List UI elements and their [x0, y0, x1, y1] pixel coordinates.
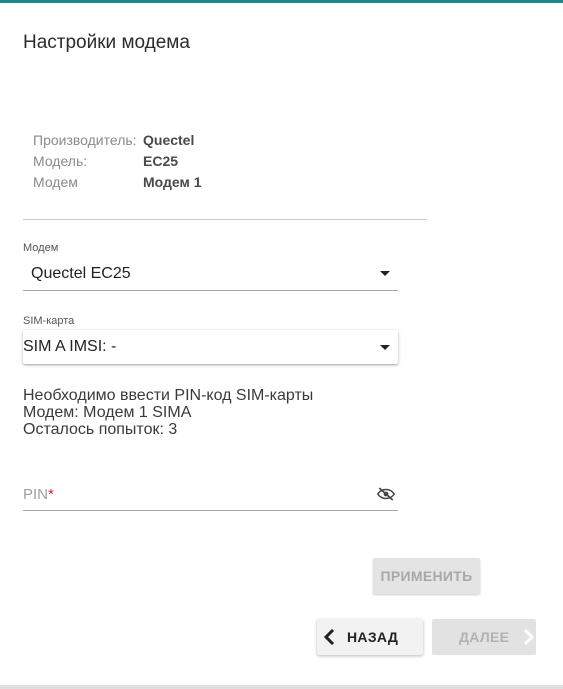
back-button-label: НАЗАД: [347, 629, 399, 645]
eye-off-icon[interactable]: [377, 487, 395, 501]
info-value: Quectel: [143, 132, 195, 148]
pin-message-line: Модем: Модем 1 SIMA: [23, 404, 192, 421]
pin-input[interactable]: PIN*: [23, 478, 398, 511]
modem-select-label: Модем: [23, 242, 59, 254]
info-value: EC25: [143, 153, 179, 169]
sim-select-value: SIM A IMSI: -: [23, 338, 117, 355]
chevron-left-icon: [323, 629, 335, 645]
apply-button[interactable]: ПРИМЕНИТЬ: [373, 558, 480, 594]
back-button[interactable]: НАЗАД: [317, 619, 423, 655]
chevron-right-icon: [524, 629, 535, 645]
info-label: Производитель:: [33, 132, 137, 148]
info-row-manufacturer: Производитель: Quectel: [33, 130, 202, 151]
modem-select[interactable]: Quectel EC25: [23, 257, 398, 291]
pin-placeholder: PIN*: [23, 486, 377, 503]
pin-placeholder-text: PIN: [23, 485, 49, 503]
caret-down-icon: [380, 344, 390, 350]
top-accent-bar: [0, 0, 563, 3]
pin-required-message: Необходимо ввести PIN-код SIM-карты Моде…: [23, 387, 313, 438]
modem-select-value: Quectel EC25: [31, 264, 131, 282]
device-info: Производитель: Quectel Модель: EC25 Моде…: [33, 130, 202, 193]
pin-message-line: Необходимо ввести PIN-код SIM-карты: [23, 387, 314, 404]
sim-select[interactable]: SIM A IMSI: -: [23, 330, 398, 364]
caret-down-icon: [380, 271, 390, 276]
next-button-label: ДАЛЕЕ: [459, 629, 510, 645]
next-button[interactable]: ДАЛЕЕ: [432, 619, 536, 655]
sim-select-label: SIM-карта: [23, 315, 75, 327]
info-row-modem: Модем Модем 1: [33, 172, 202, 193]
bottom-bar: [0, 685, 563, 689]
info-label: Модель:: [33, 153, 88, 169]
info-label: Модем: [33, 174, 78, 190]
info-row-model: Модель: EC25: [33, 151, 202, 172]
info-value: Модем 1: [143, 174, 202, 190]
pin-message-line: Осталось попыток: 3: [23, 421, 178, 438]
divider: [23, 219, 427, 220]
page-title: Настройки модема: [23, 32, 190, 53]
required-mark: *: [48, 485, 54, 503]
